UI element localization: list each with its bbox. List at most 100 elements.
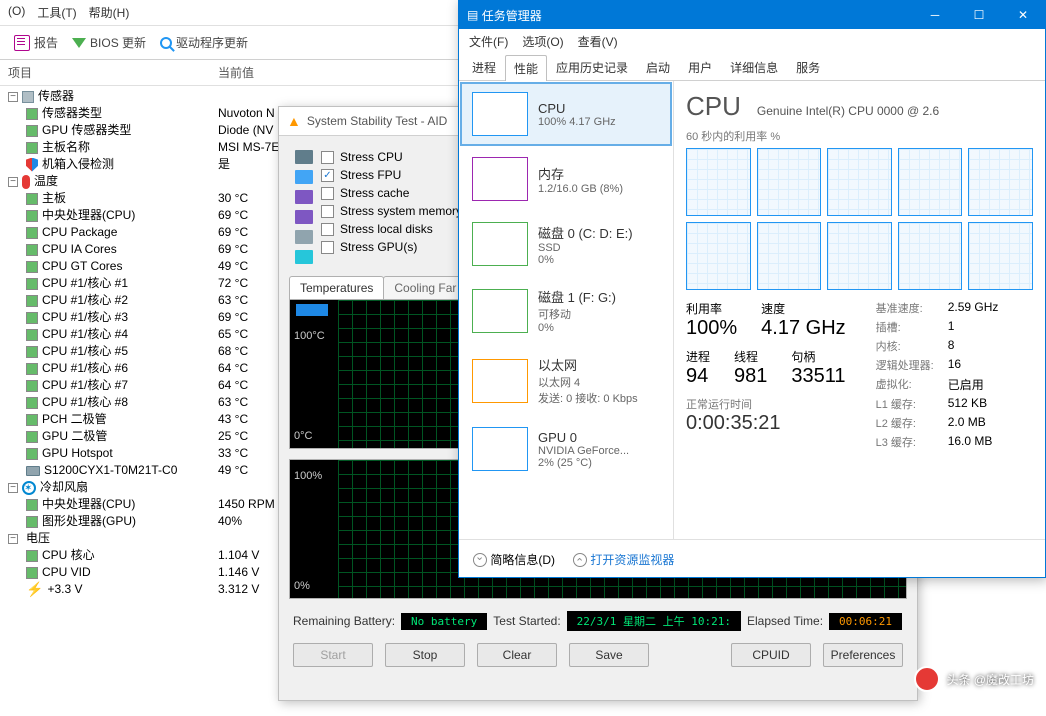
- chip-icon: [26, 295, 38, 307]
- tm-tabs: 进程性能应用历史记录启动用户详细信息服务: [459, 54, 1045, 81]
- cpuid-button[interactable]: CPUID: [731, 643, 811, 667]
- bios-update-button[interactable]: BIOS 更新: [72, 34, 146, 51]
- spec-value: 2.0 MB: [948, 415, 999, 431]
- checkbox[interactable]: [321, 151, 334, 164]
- avatar-icon: [914, 666, 940, 692]
- sidebar-card[interactable]: GPU 0NVIDIA GeForce...2% (25 °C): [460, 417, 672, 481]
- sensor-icon: [22, 91, 34, 103]
- tab-cooling-fans[interactable]: Cooling Far: [383, 276, 467, 299]
- menu-item[interactable]: (O): [8, 4, 25, 21]
- cpu-core-chart: [968, 222, 1033, 290]
- open-resmon-link[interactable]: 打开资源监视器: [573, 550, 674, 568]
- preferences-button[interactable]: Preferences: [823, 643, 903, 667]
- chip-icon: [26, 448, 38, 460]
- chip-icon: [26, 261, 38, 273]
- card-sub: 可移动0%: [538, 306, 616, 334]
- tm-tab[interactable]: 进程: [463, 54, 505, 80]
- driver-update-button[interactable]: 驱动程序更新: [160, 34, 248, 51]
- card-name: 磁盘 0 (C: D: E:): [538, 223, 633, 242]
- tm-tab[interactable]: 性能: [505, 55, 547, 81]
- checkbox[interactable]: [321, 241, 334, 254]
- y-label: 0°C: [294, 430, 312, 442]
- tm-tab[interactable]: 启动: [637, 54, 679, 80]
- shield-icon: [26, 158, 38, 172]
- bg-toolbar: 报告 BIOS 更新 驱动程序更新: [0, 26, 460, 60]
- chip-icon: [26, 278, 38, 290]
- tab-temperatures[interactable]: Temperatures: [289, 276, 384, 299]
- tree-section[interactable]: − 传感器: [0, 88, 460, 105]
- clear-button[interactable]: Clear: [477, 643, 557, 667]
- gpu-icon: [295, 250, 313, 264]
- card-sub: 100% 4.17 GHz: [538, 116, 616, 128]
- chip-icon: [26, 550, 38, 562]
- start-label: Test Started:: [493, 614, 560, 628]
- checkbox[interactable]: [321, 205, 334, 218]
- tm-tab[interactable]: 详细信息: [721, 54, 787, 80]
- watermark: 头条 @魔改工坊: [914, 666, 1034, 692]
- save-button[interactable]: Save: [569, 643, 649, 667]
- checkbox-label: Stress system memory: [340, 204, 462, 218]
- cpu-specs: 基准速度:2.59 GHz插槽:1内核:8逻辑处理器:16虚拟化:已启用L1 缓…: [876, 300, 999, 450]
- memory-icon: [295, 210, 313, 224]
- menu-item[interactable]: 工具(T): [37, 4, 76, 21]
- menu-file[interactable]: 文件(F): [469, 33, 508, 50]
- menu-options[interactable]: 选项(O): [522, 33, 563, 50]
- cpu-core-chart: [686, 222, 751, 290]
- menu-view[interactable]: 查看(V): [578, 33, 618, 50]
- thumbnail-chart: [472, 359, 528, 403]
- speed-label: 速度: [761, 300, 845, 317]
- bolt-icon: ⚡: [26, 582, 43, 597]
- sidebar-card[interactable]: 内存1.2/16.0 GB (8%): [460, 147, 672, 211]
- search-icon: [160, 37, 172, 49]
- brief-info-toggle[interactable]: 简略信息(D): [473, 550, 555, 568]
- tm-titlebar[interactable]: ▤ 任务管理器 ─ ☐ ✕: [459, 1, 1045, 29]
- chip-icon: [26, 244, 38, 256]
- checkbox[interactable]: [321, 187, 334, 200]
- tm-tab[interactable]: 应用历史记录: [547, 54, 637, 80]
- uptime-label: 正常运行时间: [686, 396, 846, 412]
- checkbox[interactable]: [321, 223, 334, 236]
- close-button[interactable]: ✕: [1001, 1, 1045, 29]
- chip-icon: [26, 516, 38, 528]
- start-button[interactable]: Start: [293, 643, 373, 667]
- tm-main-panel: CPU Genuine Intel(R) CPU 0000 @ 2.6 60 秒…: [674, 81, 1045, 539]
- watermark-text: 头条 @魔改工坊: [946, 671, 1034, 688]
- cpu-heading: CPU: [686, 91, 741, 122]
- cpu-core-grid: [686, 148, 1033, 290]
- checkbox-label: Stress CPU: [340, 150, 403, 164]
- tm-tab[interactable]: 用户: [679, 54, 721, 80]
- chip-icon: [26, 567, 38, 579]
- sidebar-card[interactable]: 磁盘 1 (F: G:)可移动0%: [460, 277, 672, 344]
- stop-button[interactable]: Stop: [385, 643, 465, 667]
- elapsed-value: 00:06:21: [829, 613, 902, 630]
- tm-app-icon: ▤: [467, 8, 478, 22]
- thumbnail-chart: [472, 157, 528, 201]
- thread-label: 线程: [734, 348, 767, 365]
- cache-icon: [295, 190, 313, 204]
- chip-icon: [26, 380, 38, 392]
- chip-icon: [26, 431, 38, 443]
- maximize-button[interactable]: ☐: [957, 1, 1001, 29]
- elapsed-label: Elapsed Time:: [747, 614, 823, 628]
- spec-label: 逻辑处理器:: [876, 357, 934, 373]
- chip-icon: [26, 193, 38, 205]
- cpu-core-chart: [898, 148, 963, 216]
- tm-tab[interactable]: 服务: [787, 54, 829, 80]
- checkbox[interactable]: ✓: [321, 169, 334, 182]
- sidebar-card[interactable]: CPU100% 4.17 GHz: [460, 82, 672, 146]
- cpu-core-chart: [827, 148, 892, 216]
- tm-title-text: 任务管理器: [482, 7, 913, 24]
- sst-status-row: Remaining Battery: No battery Test Start…: [279, 599, 917, 637]
- checkbox-label: Stress local disks: [340, 222, 433, 236]
- report-button[interactable]: 报告: [14, 34, 58, 51]
- legend-swatch: [296, 304, 328, 316]
- chip-icon: [26, 210, 38, 222]
- sidebar-card[interactable]: 磁盘 0 (C: D: E:)SSD0%: [460, 212, 672, 276]
- menu-item[interactable]: 帮助(H): [89, 4, 130, 21]
- document-icon: [14, 35, 30, 51]
- speed-value: 4.17 GHz: [761, 317, 845, 340]
- sidebar-card[interactable]: 以太网以太网 4发送: 0 接收: 0 Kbps: [460, 345, 672, 416]
- spec-label: 插槽:: [876, 319, 934, 335]
- thumbnail-chart: [472, 427, 528, 471]
- minimize-button[interactable]: ─: [913, 1, 957, 29]
